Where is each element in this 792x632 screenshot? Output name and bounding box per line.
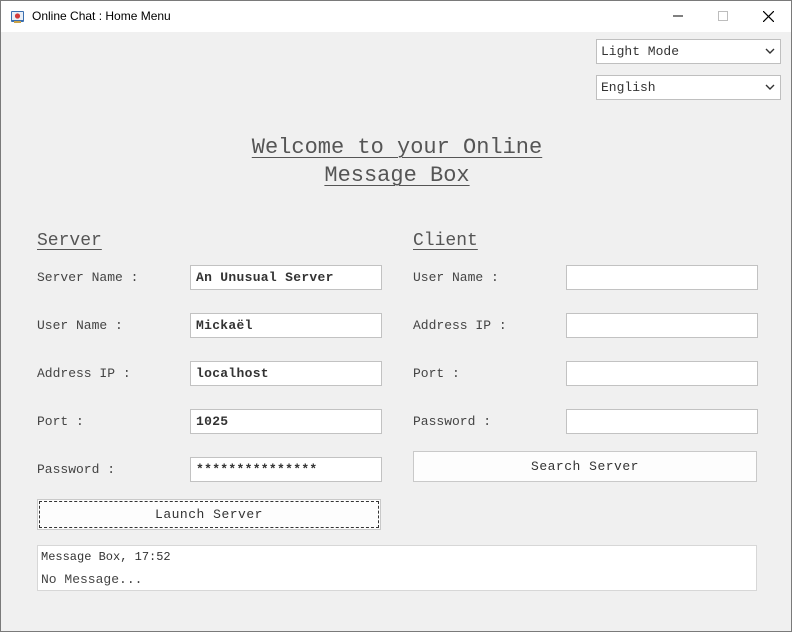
page-title-line-1: Welcome to your Online [251, 135, 543, 160]
message-box-body: No Message... [41, 572, 143, 587]
chat-app-icon [11, 11, 24, 23]
maximize-icon [718, 11, 728, 21]
language-select[interactable]: English [596, 75, 781, 100]
client-user-name-field[interactable] [566, 265, 758, 290]
close-icon [762, 10, 774, 23]
client-user-name-label: User Name : [413, 270, 499, 285]
client-password-label: Password : [413, 414, 492, 429]
server-name-label: Server Name : [37, 270, 139, 285]
title-bar[interactable]: Online Chat : Home Menu [1, 1, 791, 32]
server-address-ip-field[interactable]: localhost [190, 361, 382, 386]
server-password-label: Password : [37, 462, 116, 477]
server-user-name-field[interactable]: Mickaël [190, 313, 382, 338]
server-address-ip-label: Address IP : [37, 366, 131, 381]
server-name-field[interactable]: An Unusual Server [190, 265, 382, 290]
launch-server-button[interactable]: Launch Server [37, 499, 381, 530]
client-address-ip-field[interactable] [566, 313, 758, 338]
server-user-name-label: User Name : [37, 318, 123, 333]
close-button[interactable] [745, 1, 791, 32]
server-section-title: Server [37, 231, 102, 251]
client-section-title: Client [413, 231, 478, 251]
client-port-label: Port : [413, 366, 460, 381]
server-port-label: Port : [37, 414, 84, 429]
app-window: Online Chat : Home Menu Light Mode Engli… [0, 0, 792, 632]
message-box: Message Box, 17:52 No Message... [37, 545, 757, 591]
chevron-down-icon [760, 76, 780, 99]
client-port-field[interactable] [566, 361, 758, 386]
window-title: Online Chat : Home Menu [32, 9, 171, 23]
language-select-value: English [601, 80, 656, 95]
server-port-field[interactable]: 1025 [190, 409, 382, 434]
page-title: Welcome to your Online Message Box [201, 134, 593, 190]
client-address-ip-label: Address IP : [413, 318, 507, 333]
client-password-field[interactable] [566, 409, 758, 434]
theme-select-value: Light Mode [601, 44, 680, 59]
message-box-header: Message Box, 17:52 [41, 550, 171, 564]
minimize-icon [673, 15, 683, 17]
search-server-button[interactable]: Search Server [413, 451, 757, 482]
minimize-button[interactable] [655, 1, 701, 32]
chevron-down-icon [760, 40, 780, 63]
server-password-field[interactable]: *************** [190, 457, 382, 482]
page-title-line-2: Message Box [324, 163, 470, 188]
theme-select[interactable]: Light Mode [596, 39, 781, 64]
maximize-button[interactable] [700, 1, 746, 32]
